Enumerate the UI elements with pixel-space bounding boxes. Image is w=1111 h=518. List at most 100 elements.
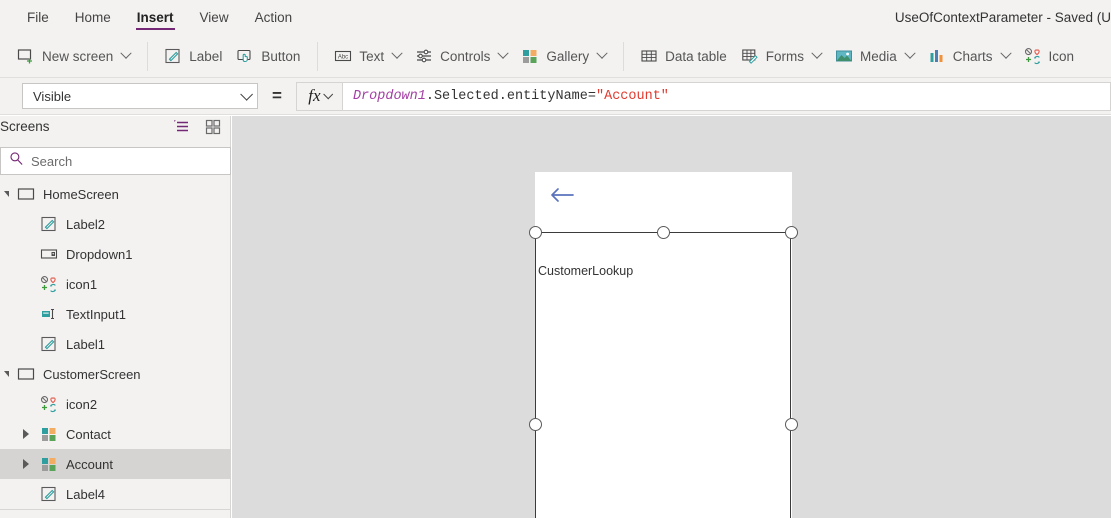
icons-icon <box>1024 47 1042 65</box>
tree-divider <box>0 509 231 510</box>
gallery-icon <box>521 47 539 65</box>
text-icon: Abc <box>334 47 352 65</box>
tree-item-label: CustomerScreen <box>43 367 141 382</box>
resize-handle-top-left[interactable] <box>529 226 542 239</box>
tree-item-label: TextInput1 <box>66 307 126 322</box>
insert-icons-button[interactable]: Icon <box>1017 43 1082 69</box>
menu-item-insert[interactable]: Insert <box>124 0 187 35</box>
tree-item-label: Label1 <box>66 337 105 352</box>
insert-forms-button[interactable]: Forms <box>734 43 828 69</box>
insert-data-table-button[interactable]: Data table <box>633 43 734 69</box>
formula-bar: Visible = fx Dropdown1.Selected.entityNa… <box>0 78 1111 115</box>
menu-items: File Home Insert View Action <box>0 0 305 35</box>
formula-input[interactable]: Dropdown1.Selected.entityName = "Account… <box>342 82 1111 111</box>
fx-button[interactable]: fx <box>296 82 342 111</box>
tree-item-label2[interactable]: Label2 <box>0 209 231 239</box>
tree-item-customerscreen[interactable]: CustomerScreen <box>0 359 231 389</box>
thumbnail-view-icon[interactable] <box>204 118 222 136</box>
tree-item-label: Account <box>66 457 113 472</box>
media-icon <box>835 47 853 65</box>
tree-item-label: Dropdown1 <box>66 247 133 262</box>
chevron-down-icon[interactable] <box>4 189 14 199</box>
tree-item-label: Label4 <box>66 487 105 502</box>
search-placeholder: Search <box>31 154 72 169</box>
tree-item-label: icon2 <box>66 397 97 412</box>
insert-data-table-label: Data table <box>665 49 727 64</box>
formula-token-string: "Account" <box>596 89 669 104</box>
tree-item-label: Contact <box>66 427 111 442</box>
ribbon-group-data: Data table Forms <box>623 35 1091 78</box>
insert-charts-label: Charts <box>953 49 993 64</box>
insert-charts-button[interactable]: Charts <box>921 43 1017 69</box>
chevron-down-icon <box>1000 48 1011 59</box>
tree-item-label: icon1 <box>66 277 97 292</box>
text-input-icon <box>40 305 58 323</box>
label-icon <box>164 47 182 65</box>
menu-item-view[interactable]: View <box>187 0 242 35</box>
new-screen-button[interactable]: New screen <box>10 43 137 69</box>
back-arrow-icon[interactable] <box>549 186 575 204</box>
resize-handle-middle-left[interactable] <box>529 418 542 431</box>
tree-item-label: HomeScreen <box>43 187 119 202</box>
gallery-icon <box>40 455 58 473</box>
chevron-right-icon[interactable] <box>22 429 32 439</box>
screen-title-label: CustomerLookup <box>538 264 633 278</box>
ribbon-group-text-controls-gallery: Abc Text Controls <box>317 35 623 78</box>
chevron-down-icon <box>811 48 822 59</box>
insert-controls-button[interactable]: Controls <box>408 43 514 69</box>
tree-item-label: Label2 <box>66 217 105 232</box>
insert-forms-label: Forms <box>766 49 804 64</box>
insert-text-button[interactable]: Abc Text <box>327 43 408 69</box>
insert-text-label: Text <box>359 49 384 64</box>
menu-item-label: File <box>27 10 49 25</box>
resize-handle-top-right[interactable] <box>785 226 798 239</box>
chevron-right-icon[interactable] <box>22 459 32 469</box>
tree-item-icon1[interactable]: icon1 <box>0 269 231 299</box>
resize-handle-top-center[interactable] <box>657 226 670 239</box>
insert-button-button[interactable]: Button <box>229 43 307 69</box>
gallery-icon <box>40 425 58 443</box>
tree-view-icon[interactable] <box>173 118 191 136</box>
label-icon <box>40 215 58 233</box>
tree-item-homescreen[interactable]: HomeScreen <box>0 179 231 209</box>
chevron-down-icon <box>121 48 132 59</box>
menu-bar: File Home Insert View Action UseOfContex… <box>0 0 1111 35</box>
charts-icon <box>928 47 946 65</box>
chevron-down-icon <box>597 48 608 59</box>
tree-item-contact[interactable]: Contact <box>0 419 231 449</box>
tree-item-textinput1[interactable]: TextInput1 <box>0 299 231 329</box>
dropdown-icon <box>40 245 58 263</box>
new-screen-icon <box>17 47 35 65</box>
insert-media-button[interactable]: Media <box>828 43 921 69</box>
resize-handle-middle-right[interactable] <box>785 418 798 431</box>
tree-item-account[interactable]: Account <box>0 449 231 479</box>
tree-item-icon2[interactable]: icon2 <box>0 389 231 419</box>
menu-item-file[interactable]: File <box>14 0 62 35</box>
insert-gallery-button[interactable]: Gallery <box>514 43 613 69</box>
chevron-down-icon[interactable] <box>4 369 14 379</box>
tree-item-label1[interactable]: Label1 <box>0 329 231 359</box>
property-selector[interactable]: Visible <box>22 83 258 109</box>
label-icon <box>40 485 58 503</box>
menu-item-home[interactable]: Home <box>62 0 124 35</box>
property-selector-value: Visible <box>33 89 71 104</box>
tree-item-label4[interactable]: Label4 <box>0 479 231 509</box>
menu-item-label: Home <box>75 10 111 25</box>
insert-controls-label: Controls <box>440 49 490 64</box>
insert-gallery-label: Gallery <box>546 49 589 64</box>
phone-screen-preview[interactable]: CustomerLookup <box>535 172 792 518</box>
insert-button-label: Button <box>261 49 300 64</box>
icons-icon <box>40 395 58 413</box>
chevron-down-icon <box>240 88 253 101</box>
menu-item-label: View <box>200 10 229 25</box>
formula-token-property: .Selected.entityName <box>426 89 588 104</box>
chevron-down-icon <box>323 89 333 99</box>
fx-icon: fx <box>308 86 320 106</box>
search-input[interactable]: Search <box>0 147 231 175</box>
app-canvas[interactable]: CustomerLookup <box>232 116 1111 518</box>
menu-item-action[interactable]: Action <box>242 0 306 35</box>
app-title: UseOfContextParameter - Saved (U <box>895 0 1111 35</box>
tree-item-dropdown1[interactable]: Dropdown1 <box>0 239 231 269</box>
screens-panel-title: Screens <box>0 119 50 134</box>
insert-label-button[interactable]: Label <box>157 43 229 69</box>
